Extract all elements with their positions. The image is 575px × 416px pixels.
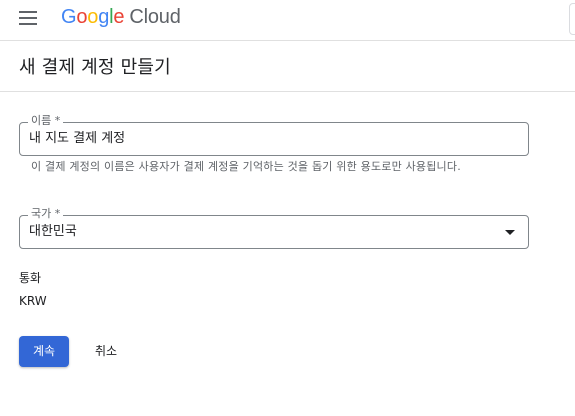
currency-value: KRW: [19, 294, 47, 308]
country-field-label: 국가 *: [28, 207, 64, 221]
logo-product-name: Cloud: [129, 6, 181, 28]
search-box-edge[interactable]: [569, 3, 575, 35]
country-select[interactable]: 국가 * 대한민국: [19, 207, 529, 249]
dropdown-arrow-icon[interactable]: [505, 230, 515, 235]
continue-button[interactable]: 계속: [19, 336, 69, 367]
name-field[interactable]: 이름 * 내 지도 결제 계정: [19, 114, 529, 156]
name-helper-text: 이 결제 계정의 이름은 사용자가 결제 계정을 기억하는 것을 돕기 위한 용…: [31, 160, 461, 173]
name-field-value[interactable]: 내 지도 결제 계정: [29, 130, 125, 148]
logo-letter: G: [61, 6, 77, 28]
cancel-button[interactable]: 취소: [83, 336, 129, 367]
google-cloud-logo[interactable]: Google Cloud: [61, 5, 181, 29]
logo-letter: o: [76, 6, 88, 28]
logo-letter: o: [87, 6, 99, 28]
currency-label: 통화: [19, 271, 42, 285]
page-header: 새 결제 계정 만들기: [0, 41, 575, 92]
country-field-value[interactable]: 대한민국: [29, 223, 77, 241]
logo-letter: g: [98, 6, 110, 28]
hamburger-menu-icon[interactable]: [19, 11, 37, 25]
page-title: 새 결제 계정 만들기: [19, 57, 171, 78]
logo-letter: e: [113, 6, 125, 28]
top-app-bar: Google Cloud: [0, 0, 575, 41]
name-field-label: 이름 *: [28, 114, 64, 128]
